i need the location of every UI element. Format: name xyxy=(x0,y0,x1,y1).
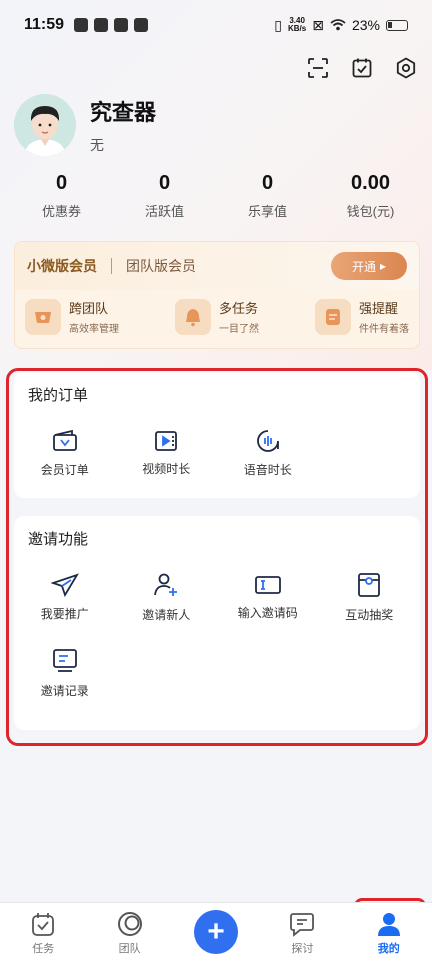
feature-strong-reminder: 强提醒 件件有着落 xyxy=(315,298,409,335)
chat-icon xyxy=(290,913,315,937)
app-icon xyxy=(114,18,129,32)
promote-button[interactable]: 我要推广 xyxy=(14,559,116,635)
wallet-icon xyxy=(52,429,77,451)
member-orders-button[interactable]: 会员订单 xyxy=(14,415,116,491)
nav-discuss[interactable]: 探讨 xyxy=(259,911,345,956)
stat-label: 钱包(元) xyxy=(346,204,395,219)
lottery-icon xyxy=(358,572,381,597)
stat-enjoy[interactable]: 0 乐享值 xyxy=(223,172,313,220)
stat-coupons[interactable]: 0 优惠券 xyxy=(17,172,107,220)
task-icon xyxy=(32,913,55,936)
person-icon xyxy=(377,913,400,936)
profile-header[interactable]: 究查器 无 xyxy=(14,94,156,156)
voice-duration-button[interactable]: 语音时长 xyxy=(217,415,319,491)
net-speed: 3.40 KB/s xyxy=(288,16,307,33)
section-title: 我的订单 xyxy=(28,387,89,404)
video-duration-button[interactable]: 视频时长 xyxy=(116,415,218,491)
tab-divider xyxy=(111,258,112,274)
section-title: 邀请功能 xyxy=(28,531,89,548)
tab-small-member[interactable]: 小微版会员 xyxy=(27,256,97,276)
stat-label: 活跃值 xyxy=(144,204,184,219)
wechat-icon xyxy=(94,18,109,32)
stat-value: 0 xyxy=(158,172,171,194)
invite-new-user-button[interactable]: 邀请新人 xyxy=(116,559,218,635)
profile-subtitle: 无 xyxy=(90,137,104,153)
status-time: 11:59 xyxy=(24,16,65,33)
my-orders-card: 我的订单 会员订单 视频时长 语音时长 xyxy=(14,372,420,498)
nav-team[interactable]: 团队 xyxy=(87,911,173,956)
invite-records-button[interactable]: 邀请记录 xyxy=(14,635,116,711)
stat-value: 0 xyxy=(261,172,274,194)
record-icon xyxy=(52,648,77,672)
stat-value: 0 xyxy=(55,172,68,194)
bottom-navigation: 任务 团队 + 探讨 我的 xyxy=(0,902,432,964)
stat-label: 乐享值 xyxy=(247,204,287,219)
feature-multi-task: 多任务 一目了然 xyxy=(175,298,259,335)
stat-wallet[interactable]: 0.00 钱包(元) xyxy=(326,172,416,220)
send-icon xyxy=(50,572,79,597)
open-membership-button[interactable]: 开通 ▸ xyxy=(331,252,407,280)
settings-icon[interactable] xyxy=(394,56,418,80)
plus-icon: + xyxy=(193,909,238,954)
add-user-icon xyxy=(154,573,178,596)
username: 究查器 xyxy=(90,100,157,125)
stat-value: 0.00 xyxy=(351,172,390,194)
calendar-check-icon[interactable] xyxy=(350,56,374,80)
nav-add[interactable]: + xyxy=(173,909,259,954)
avatar[interactable] xyxy=(14,94,76,156)
voice-icon xyxy=(256,429,279,452)
notification-icons xyxy=(74,18,149,32)
video-icon xyxy=(155,430,178,451)
membership-card: 小微版会员 团队版会员 开通 ▸ 跨团队 高效率管理 多任务 一目了然 强提醒 … xyxy=(14,241,420,349)
eye-icon xyxy=(25,298,61,335)
play-arrow-icon: ▸ xyxy=(379,259,387,273)
scan-icon[interactable] xyxy=(306,56,330,80)
sim-icon: ⊠ xyxy=(312,16,324,33)
team-icon xyxy=(117,912,142,936)
bell-icon xyxy=(175,298,211,335)
battery-icon xyxy=(386,19,408,31)
nav-tasks[interactable]: 任务 xyxy=(0,911,86,956)
input-code-icon xyxy=(254,575,281,594)
feature-cross-team: 跨团队 高效率管理 xyxy=(25,298,119,335)
note-icon xyxy=(315,298,351,335)
enter-invite-code-button[interactable]: 输入邀请码 xyxy=(217,559,319,635)
stat-activity[interactable]: 0 活跃值 xyxy=(120,172,210,220)
link-icon xyxy=(134,18,149,32)
lottery-button[interactable]: 互动抽奖 xyxy=(319,559,421,635)
vibrate-icon: ▯ xyxy=(274,16,282,33)
header-tools xyxy=(306,56,418,80)
status-bar: 11:59 ▯ 3.40 KB/s ⊠ 23% xyxy=(0,0,432,50)
battery-percent: 23% xyxy=(351,17,380,33)
invite-functions-card: 邀请功能 我要推广 邀请新人 输入邀请码 互动抽奖 邀请记录 xyxy=(14,516,420,730)
stat-label: 优惠券 xyxy=(41,204,81,219)
wifi-icon xyxy=(330,19,346,31)
stats-row: 0 优惠券 0 活跃值 0 乐享值 0.00 钱包(元) xyxy=(0,172,432,220)
nav-me[interactable]: 我的 xyxy=(346,911,432,956)
tab-team-member[interactable]: 团队版会员 xyxy=(126,256,196,276)
notification-icon xyxy=(74,18,89,32)
